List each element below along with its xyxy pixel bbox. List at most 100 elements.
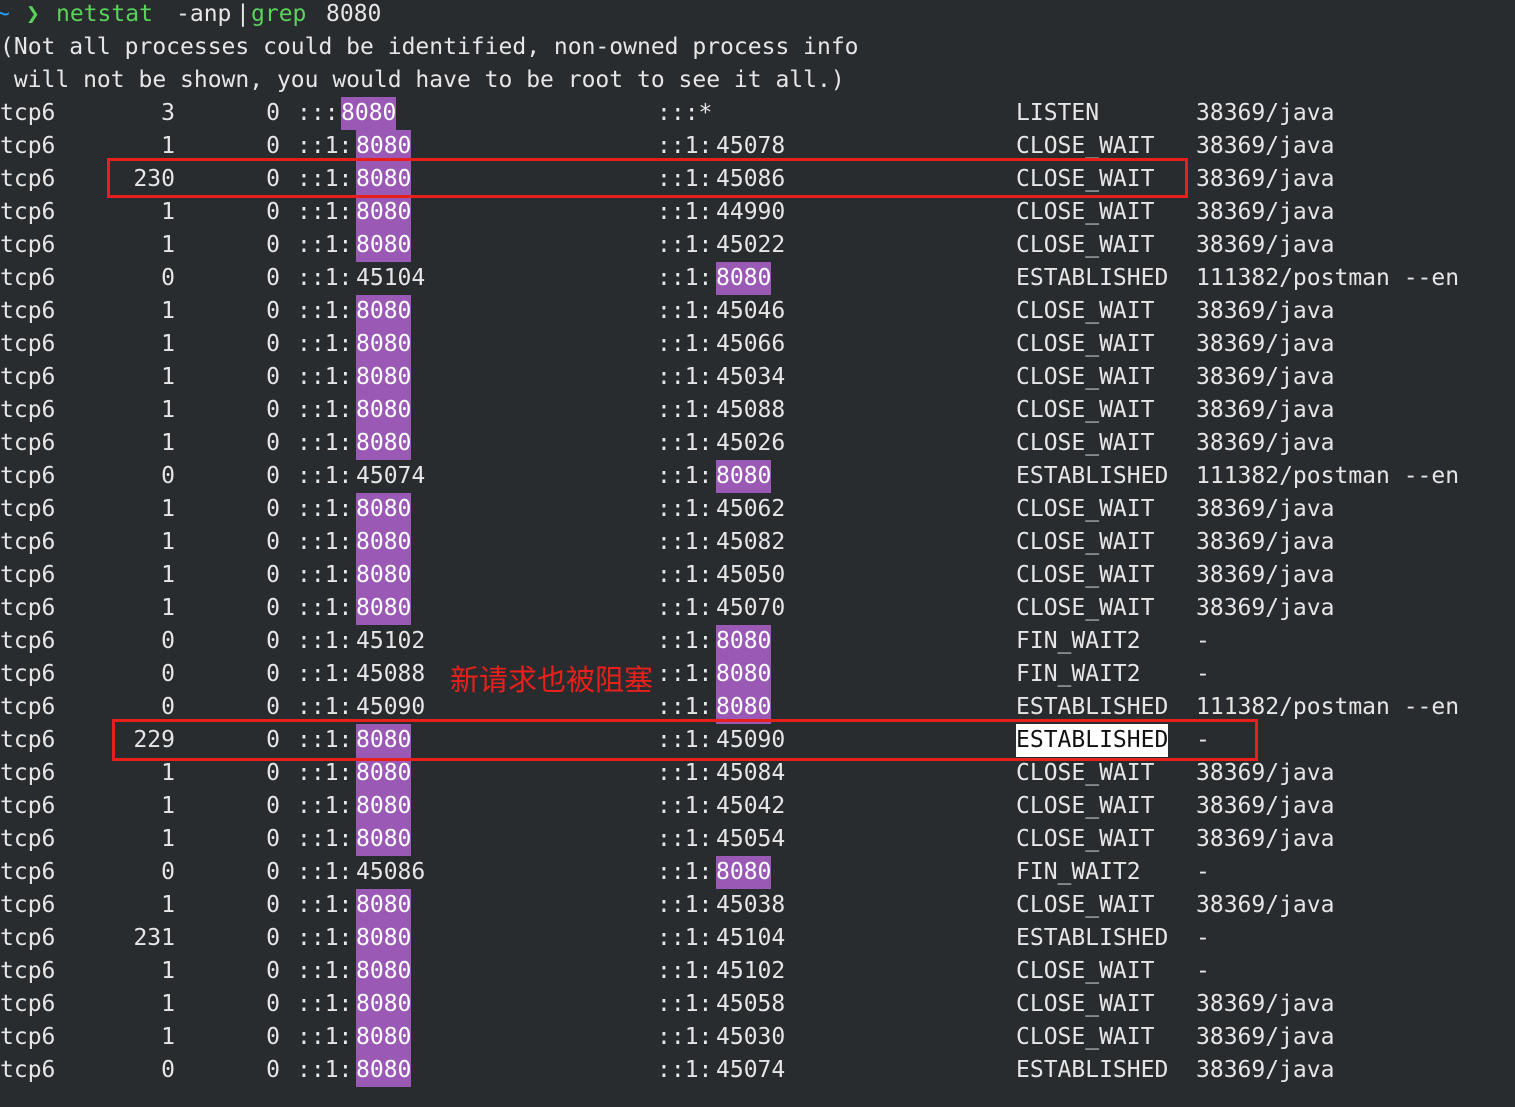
foreign-address-prefix: ::1: xyxy=(657,529,713,555)
proto-cell: tcp6 xyxy=(0,397,56,423)
local-address-prefix: ::1: xyxy=(297,364,353,390)
send-q-cell: 0 xyxy=(266,628,280,654)
send-q-cell: 0 xyxy=(266,331,280,357)
foreign-address-prefix: ::1: xyxy=(657,199,713,225)
local-port: 8080 xyxy=(356,196,412,229)
foreign-port: 45046 xyxy=(716,298,786,324)
recv-q-cell: 1 xyxy=(161,298,175,324)
recv-q-cell: 1 xyxy=(161,364,175,390)
proto-cell: tcp6 xyxy=(0,496,56,522)
foreign-port: 45022 xyxy=(716,232,786,258)
proto-cell: tcp6 xyxy=(0,826,56,852)
local-port: 8080 xyxy=(356,493,412,526)
send-q-cell: 0 xyxy=(266,760,280,786)
foreign-address-prefix: ::1: xyxy=(657,826,713,852)
local-port: 8080 xyxy=(356,229,412,262)
foreign-address-prefix: ::1: xyxy=(657,595,713,621)
local-address-prefix: ::1: xyxy=(297,1024,353,1050)
recv-q-cell: 1 xyxy=(161,826,175,852)
grep-command: grep xyxy=(251,1,307,27)
proto-cell: tcp6 xyxy=(0,925,56,951)
foreign-address-prefix: ::1: xyxy=(657,760,713,786)
proto-cell: tcp6 xyxy=(0,562,56,588)
annotation-new-request-blocked: 新请求也被阻塞 xyxy=(450,663,654,697)
pid-program-cell: 38369/java xyxy=(1196,100,1335,126)
recv-q-cell: 1 xyxy=(161,760,175,786)
pid-program-cell: 38369/java xyxy=(1196,892,1335,918)
local-port: 8080 xyxy=(356,526,412,559)
send-q-cell: 0 xyxy=(266,859,280,885)
recv-q-cell: 0 xyxy=(161,628,175,654)
local-port: 8080 xyxy=(356,559,412,592)
send-q-cell: 0 xyxy=(266,793,280,819)
foreign-address-prefix: :::* xyxy=(657,100,713,126)
warning-line-1: (Not all processes could be identified, … xyxy=(0,34,859,60)
command-name: netstat xyxy=(56,1,153,27)
recv-q-cell: 1 xyxy=(161,331,175,357)
local-address-prefix: ::1: xyxy=(297,991,353,1017)
local-port: 8080 xyxy=(356,592,412,625)
foreign-port: 45026 xyxy=(716,430,786,456)
proto-cell: tcp6 xyxy=(0,232,56,258)
state-cell: CLOSE_WAIT xyxy=(1016,793,1155,819)
send-q-cell: 0 xyxy=(266,1024,280,1050)
foreign-address-prefix: ::1: xyxy=(657,496,713,522)
recv-q-cell: 1 xyxy=(161,562,175,588)
local-address-prefix: ::1: xyxy=(297,925,353,951)
local-address-prefix: ::1: xyxy=(297,562,353,588)
proto-cell: tcp6 xyxy=(0,727,56,753)
proto-cell: tcp6 xyxy=(0,133,56,159)
foreign-address-prefix: ::1: xyxy=(657,232,713,258)
pid-program-cell: 38369/java xyxy=(1196,397,1335,423)
send-q-cell: 0 xyxy=(266,562,280,588)
foreign-address-prefix: ::1: xyxy=(657,628,713,654)
state-cell: CLOSE_WAIT xyxy=(1016,595,1155,621)
pid-program-cell: - xyxy=(1196,661,1210,687)
local-port: 8080 xyxy=(341,97,397,130)
foreign-address-prefix: ::1: xyxy=(657,1024,713,1050)
proto-cell: tcp6 xyxy=(0,694,56,720)
state-cell: CLOSE_WAIT xyxy=(1016,298,1155,324)
local-address-prefix: ::1: xyxy=(297,199,353,225)
proto-cell: tcp6 xyxy=(0,793,56,819)
command-line: ~ ❯ netstat -anp | grep 8080 xyxy=(0,0,381,31)
local-address-prefix: ::: xyxy=(297,100,339,126)
proto-cell: tcp6 xyxy=(0,859,56,885)
state-cell: CLOSE_WAIT xyxy=(1016,430,1155,456)
recv-q-cell: 1 xyxy=(161,397,175,423)
local-port: 8080 xyxy=(356,889,412,922)
send-q-cell: 0 xyxy=(266,298,280,324)
highlight-box-recvq-230 xyxy=(107,158,1188,198)
state-cell: CLOSE_WAIT xyxy=(1016,826,1155,852)
state-cell: CLOSE_WAIT xyxy=(1016,958,1155,984)
pid-program-cell: 38369/java xyxy=(1196,199,1335,225)
send-q-cell: 0 xyxy=(266,595,280,621)
local-port: 8080 xyxy=(356,394,412,427)
state-cell: ESTABLISHED xyxy=(1016,925,1169,951)
local-port: 8080 xyxy=(356,328,412,361)
recv-q-cell: 0 xyxy=(161,859,175,885)
foreign-port: 45042 xyxy=(716,793,786,819)
pid-program-cell: - xyxy=(1196,958,1210,984)
state-cell: CLOSE_WAIT xyxy=(1016,892,1155,918)
pid-program-cell: 38369/java xyxy=(1196,562,1335,588)
local-port: 8080 xyxy=(356,790,412,823)
state-cell: FIN_WAIT2 xyxy=(1016,859,1141,885)
foreign-port: 45074 xyxy=(716,1057,786,1083)
foreign-port: 45082 xyxy=(716,529,786,555)
proto-cell: tcp6 xyxy=(0,430,56,456)
home-directory-icon: ~ xyxy=(0,1,10,27)
foreign-address-prefix: ::1: xyxy=(657,298,713,324)
local-port: 8080 xyxy=(356,295,412,328)
foreign-port: 8080 xyxy=(716,460,772,493)
grep-pattern: 8080 xyxy=(326,1,382,27)
send-q-cell: 0 xyxy=(266,397,280,423)
foreign-port: 8080 xyxy=(716,856,772,889)
recv-q-cell: 0 xyxy=(161,661,175,687)
send-q-cell: 0 xyxy=(266,826,280,852)
local-address-prefix: ::1: xyxy=(297,463,353,489)
local-address-prefix: ::1: xyxy=(297,397,353,423)
pipe-symbol: | xyxy=(236,1,250,27)
state-cell: CLOSE_WAIT xyxy=(1016,529,1155,555)
foreign-address-prefix: ::1: xyxy=(657,562,713,588)
